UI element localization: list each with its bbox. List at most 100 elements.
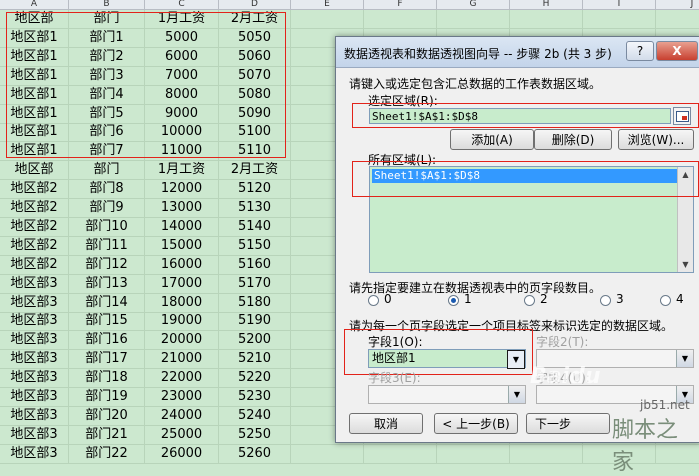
- table-cell[interactable]: 5170: [219, 274, 291, 294]
- table-cell[interactable]: 地区部3: [0, 444, 69, 464]
- table-cell[interactable]: 部门17: [69, 350, 145, 370]
- cancel-button[interactable]: 取消: [349, 413, 423, 434]
- add-button[interactable]: 添加(A): [450, 129, 534, 150]
- column-header[interactable]: I: [583, 0, 656, 10]
- table-cell[interactable]: 部门9: [69, 199, 145, 218]
- table-cell[interactable]: 23000: [145, 388, 219, 407]
- table-cell[interactable]: 部门10: [69, 217, 145, 237]
- table-cell[interactable]: 地区部3: [0, 369, 69, 389]
- table-cell[interactable]: 2月工资: [219, 161, 291, 181]
- table-cell[interactable]: [510, 444, 583, 464]
- browse-button[interactable]: 浏览(W)...: [618, 129, 694, 150]
- radio-1[interactable]: [448, 295, 459, 306]
- table-cell[interactable]: 地区部3: [0, 331, 69, 351]
- table-cell[interactable]: 5210: [219, 350, 291, 370]
- table-cell[interactable]: 17000: [145, 274, 219, 294]
- column-header[interactable]: J: [656, 0, 699, 10]
- table-cell[interactable]: [291, 10, 364, 29]
- table-cell[interactable]: 部门13: [69, 274, 145, 294]
- table-cell[interactable]: 5120: [219, 180, 291, 200]
- table-cell[interactable]: 部门21: [69, 425, 145, 445]
- table-cell[interactable]: 地区部2: [0, 199, 69, 218]
- table-cell[interactable]: 13000: [145, 199, 219, 218]
- table-cell[interactable]: 部门20: [69, 406, 145, 426]
- table-cell[interactable]: 部门18: [69, 369, 145, 389]
- radio-3[interactable]: [600, 295, 611, 306]
- table-cell[interactable]: 5150: [219, 236, 291, 256]
- table-cell[interactable]: 部门: [69, 161, 145, 181]
- table-cell[interactable]: 部门16: [69, 331, 145, 351]
- table-cell[interactable]: [437, 444, 510, 464]
- table-cell[interactable]: [364, 10, 437, 29]
- table-cell[interactable]: 26000: [145, 444, 219, 464]
- radio-4[interactable]: [660, 295, 671, 306]
- table-cell[interactable]: 5230: [219, 388, 291, 407]
- table-cell[interactable]: 地区部2: [0, 180, 69, 200]
- table-cell[interactable]: 19000: [145, 312, 219, 332]
- table-cell[interactable]: 5190: [219, 312, 291, 332]
- table-cell[interactable]: 部门8: [69, 180, 145, 200]
- table-cell[interactable]: [583, 10, 656, 29]
- table-cell[interactable]: 地区部2: [0, 255, 69, 275]
- table-cell[interactable]: 地区部3: [0, 312, 69, 332]
- column-header[interactable]: C: [145, 0, 219, 10]
- table-cell[interactable]: 5130: [219, 199, 291, 218]
- table-cell[interactable]: 22000: [145, 369, 219, 389]
- table-cell[interactable]: 5200: [219, 331, 291, 351]
- table-cell[interactable]: 地区部2: [0, 217, 69, 237]
- table-cell[interactable]: 24000: [145, 406, 219, 426]
- table-cell[interactable]: 地区部3: [0, 425, 69, 445]
- table-cell[interactable]: 12000: [145, 180, 219, 200]
- table-cell[interactable]: 地区部3: [0, 274, 69, 294]
- delete-button[interactable]: 删除(D): [534, 129, 612, 150]
- column-header[interactable]: B: [69, 0, 145, 10]
- column-header[interactable]: F: [364, 0, 437, 10]
- table-cell[interactable]: 部门22: [69, 444, 145, 464]
- table-cell[interactable]: 1月工资: [145, 161, 219, 181]
- column-header[interactable]: D: [219, 0, 291, 10]
- table-cell[interactable]: 地区部3: [0, 350, 69, 370]
- table-cell[interactable]: 5140: [219, 217, 291, 237]
- table-cell[interactable]: [291, 444, 364, 464]
- table-cell[interactable]: 部门15: [69, 312, 145, 332]
- column-header[interactable]: G: [437, 0, 510, 10]
- table-cell[interactable]: 部门19: [69, 388, 145, 407]
- table-cell[interactable]: 20000: [145, 331, 219, 351]
- table-cell[interactable]: 5180: [219, 293, 291, 313]
- table-cell[interactable]: 5240: [219, 406, 291, 426]
- column-header[interactable]: A: [0, 0, 69, 10]
- table-cell[interactable]: 部门11: [69, 236, 145, 256]
- table-cell[interactable]: 5260: [219, 444, 291, 464]
- table-cell[interactable]: [437, 10, 510, 29]
- table-cell[interactable]: 21000: [145, 350, 219, 370]
- radio-2[interactable]: [524, 295, 535, 306]
- table-cell[interactable]: 地区部3: [0, 293, 69, 313]
- table-cell[interactable]: 部门12: [69, 255, 145, 275]
- table-cell[interactable]: 地区部2: [0, 236, 69, 256]
- table-cell[interactable]: 14000: [145, 217, 219, 237]
- next-button[interactable]: 下一步: [526, 413, 610, 434]
- table-cell[interactable]: 5160: [219, 255, 291, 275]
- back-button[interactable]: < 上一步(B): [434, 413, 518, 434]
- dialog-title-bar[interactable]: 数据透视表和数据透视图向导 -- 步骤 2b (共 3 步) ? X: [336, 37, 699, 68]
- table-cell[interactable]: 地区部: [0, 161, 69, 181]
- column-header[interactable]: E: [291, 0, 364, 10]
- table-cell[interactable]: [510, 10, 583, 29]
- table-cell[interactable]: [364, 444, 437, 464]
- table-cell[interactable]: 16000: [145, 255, 219, 275]
- table-cell[interactable]: 部门14: [69, 293, 145, 313]
- table-cell[interactable]: 5250: [219, 425, 291, 445]
- table-cell[interactable]: 15000: [145, 236, 219, 256]
- table-cell[interactable]: 5220: [219, 369, 291, 389]
- radio-0[interactable]: [368, 295, 379, 306]
- table-cell[interactable]: 18000: [145, 293, 219, 313]
- table-cell[interactable]: 25000: [145, 425, 219, 445]
- close-button[interactable]: X: [656, 41, 698, 61]
- table-cell[interactable]: [656, 10, 699, 29]
- table-cell[interactable]: 地区部3: [0, 406, 69, 426]
- table-cell[interactable]: 地区部3: [0, 388, 69, 407]
- instruction-text: 请键入或选定包含汇总数据的工作表数据区域。: [349, 77, 602, 91]
- scroll-down-icon[interactable]: ▼: [678, 257, 693, 272]
- column-header[interactable]: H: [510, 0, 583, 10]
- help-button[interactable]: ?: [626, 41, 654, 61]
